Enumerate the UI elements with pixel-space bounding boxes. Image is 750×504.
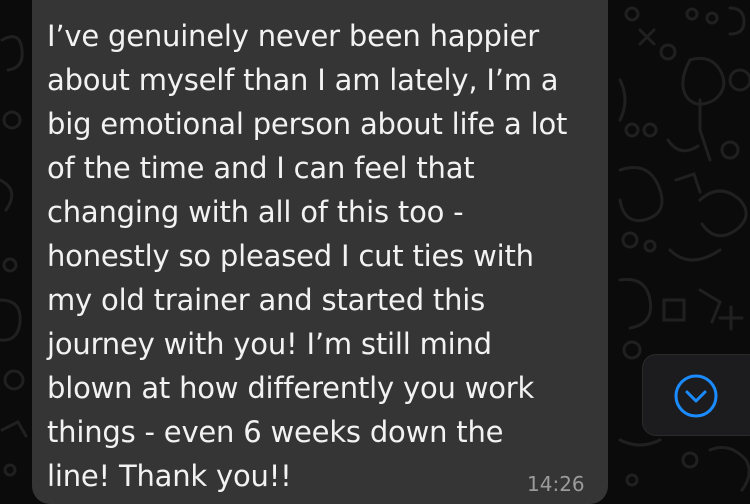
message-text-line: big emotional person about life a lot (47, 107, 568, 141)
message-text-line: I’ve genuinely never been happier (47, 19, 539, 53)
message-text-line: blown at how differently you work (47, 371, 535, 405)
message-text-line: changing with all of this too - (47, 195, 464, 229)
message-text-line: honestly so pleased I cut ties with (47, 239, 534, 273)
message-text-line: of the time and I can feel that (47, 151, 475, 185)
message-timestamp: 14:26 (527, 472, 585, 496)
message-text-line: things - even 6 weeks down the (47, 415, 504, 449)
message-text-line: my old trainer and started this (47, 283, 486, 317)
scroll-to-bottom-button[interactable] (642, 354, 750, 436)
chevron-down-circle-icon (674, 374, 718, 418)
message-text-line: about myself than I am lately, I’m a (47, 63, 559, 97)
message-text-line: journey with you! I’m still mind (47, 327, 492, 361)
message-text-line: line! Thank you!! (47, 459, 292, 493)
